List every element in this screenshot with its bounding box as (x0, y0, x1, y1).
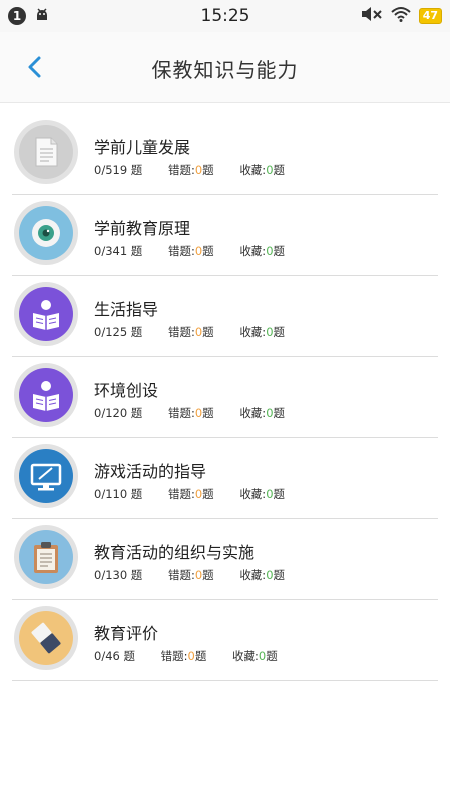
wrong-unit: 题 (202, 568, 214, 582)
eye-icon (32, 219, 60, 247)
fav-label: 收藏: (239, 244, 267, 258)
mute-icon (361, 6, 383, 26)
list-item[interactable]: 环境创设 0/120 题 错题:0题 收藏:0题 (12, 357, 438, 438)
fav-unit: 题 (273, 244, 286, 258)
wrong-label: 错题: (167, 325, 195, 339)
list-item[interactable]: 教育评价 0/46 题 错题:0题 收藏:0题 (12, 600, 438, 681)
wifi-icon (391, 6, 411, 26)
list-item[interactable]: 游戏活动的指导 0/110 题 错题:0题 收藏:0题 (12, 438, 438, 519)
list-item[interactable]: 教育活动的组织与实施 0/130 题 错题:0题 收藏:0题 (12, 519, 438, 600)
wrong-count: 0 (187, 649, 195, 663)
item-meta: 0/120 题 错题:0题 收藏:0题 (94, 405, 285, 421)
item-progress: 0/120 题 (94, 406, 143, 420)
item-title: 教育评价 (94, 624, 159, 643)
eraser-icon (31, 622, 61, 654)
fav-unit: 题 (273, 487, 286, 501)
item-icon-wrap (14, 525, 78, 589)
item-icon-wrap (14, 363, 78, 427)
item-progress: 0/110 题 (94, 487, 143, 501)
wrong-label: 错题: (167, 406, 195, 420)
fav-count: 0 (266, 325, 274, 339)
item-icon-wrap (14, 120, 78, 184)
subject-list: 学前儿童发展 0/519 题 错题:0题 收藏:0题 学前教育原理 0/341 … (12, 114, 438, 681)
status-bar: 1 15:25 47 (0, 0, 450, 32)
fav-label: 收藏: (239, 163, 267, 177)
item-meta: 0/110 题 错题:0题 收藏:0题 (94, 486, 285, 502)
item-icon-wrap (14, 444, 78, 508)
fav-count: 0 (266, 244, 274, 258)
title-bar: 保教知识与能力 (0, 32, 450, 103)
fav-label: 收藏: (239, 325, 267, 339)
item-progress: 0/519 题 (94, 163, 143, 177)
wrong-unit: 题 (194, 649, 207, 663)
wrong-unit: 题 (202, 325, 214, 339)
fav-label: 收藏: (232, 649, 259, 663)
fav-label: 收藏: (239, 487, 267, 501)
wrong-label: 错题: (167, 487, 195, 501)
fav-label: 收藏: (239, 406, 267, 420)
item-meta: 0/341 题 错题:0题 收藏:0题 (94, 243, 285, 259)
wrong-unit: 题 (202, 244, 214, 258)
wrong-label: 错题: (160, 649, 188, 663)
wrong-unit: 题 (202, 163, 214, 177)
item-title: 学前教育原理 (94, 219, 191, 238)
monitor-icon (30, 463, 62, 491)
wrong-unit: 题 (202, 487, 214, 501)
item-title: 游戏活动的指导 (94, 462, 207, 481)
fav-count: 0 (266, 568, 274, 582)
item-progress: 0/341 题 (94, 244, 143, 258)
wrong-label: 错题: (167, 244, 195, 258)
item-meta: 0/130 题 错题:0题 收藏:0题 (94, 567, 285, 583)
item-title: 生活指导 (94, 300, 159, 319)
wrong-label: 错题: (167, 163, 195, 177)
fav-unit: 题 (273, 163, 286, 177)
status-right: 47 (361, 6, 442, 26)
item-progress: 0/130 题 (94, 568, 143, 582)
item-icon-wrap (14, 606, 78, 670)
clipboard-icon (34, 542, 58, 573)
fav-count: 0 (266, 487, 274, 501)
fav-label: 收藏: (239, 568, 267, 582)
battery-indicator: 47 (418, 8, 442, 24)
fav-count: 0 (266, 406, 274, 420)
item-meta: 0/46 题 错题:0题 收藏:0题 (94, 648, 278, 664)
page-title: 保教知识与能力 (151, 58, 299, 82)
item-icon-wrap (14, 282, 78, 346)
item-meta: 0/519 题 错题:0题 收藏:0题 (94, 162, 285, 178)
item-title: 教育活动的组织与实施 (94, 543, 255, 562)
list-item[interactable]: 学前教育原理 0/341 题 错题:0题 收藏:0题 (12, 195, 438, 276)
list-item[interactable]: 生活指导 0/125 题 错题:0题 收藏:0题 (12, 276, 438, 357)
item-progress: 0/125 题 (94, 325, 143, 339)
wrong-unit: 题 (202, 406, 214, 420)
item-progress: 0/46 题 (94, 649, 135, 663)
list-item[interactable]: 学前儿童发展 0/519 题 错题:0题 收藏:0题 (12, 114, 438, 195)
fav-unit: 题 (273, 406, 286, 420)
document-icon (35, 137, 58, 167)
item-meta: 0/125 题 错题:0题 收藏:0题 (94, 324, 285, 340)
reader-icon (33, 300, 59, 330)
item-title: 学前儿童发展 (94, 138, 191, 157)
fav-unit: 题 (266, 649, 278, 663)
item-icon-wrap (14, 201, 78, 265)
fav-count: 0 (266, 163, 274, 177)
reader-icon (33, 381, 59, 411)
wrong-label: 错题: (167, 568, 195, 582)
fav-unit: 题 (273, 568, 286, 582)
fav-unit: 题 (273, 325, 286, 339)
item-title: 环境创设 (94, 381, 159, 400)
